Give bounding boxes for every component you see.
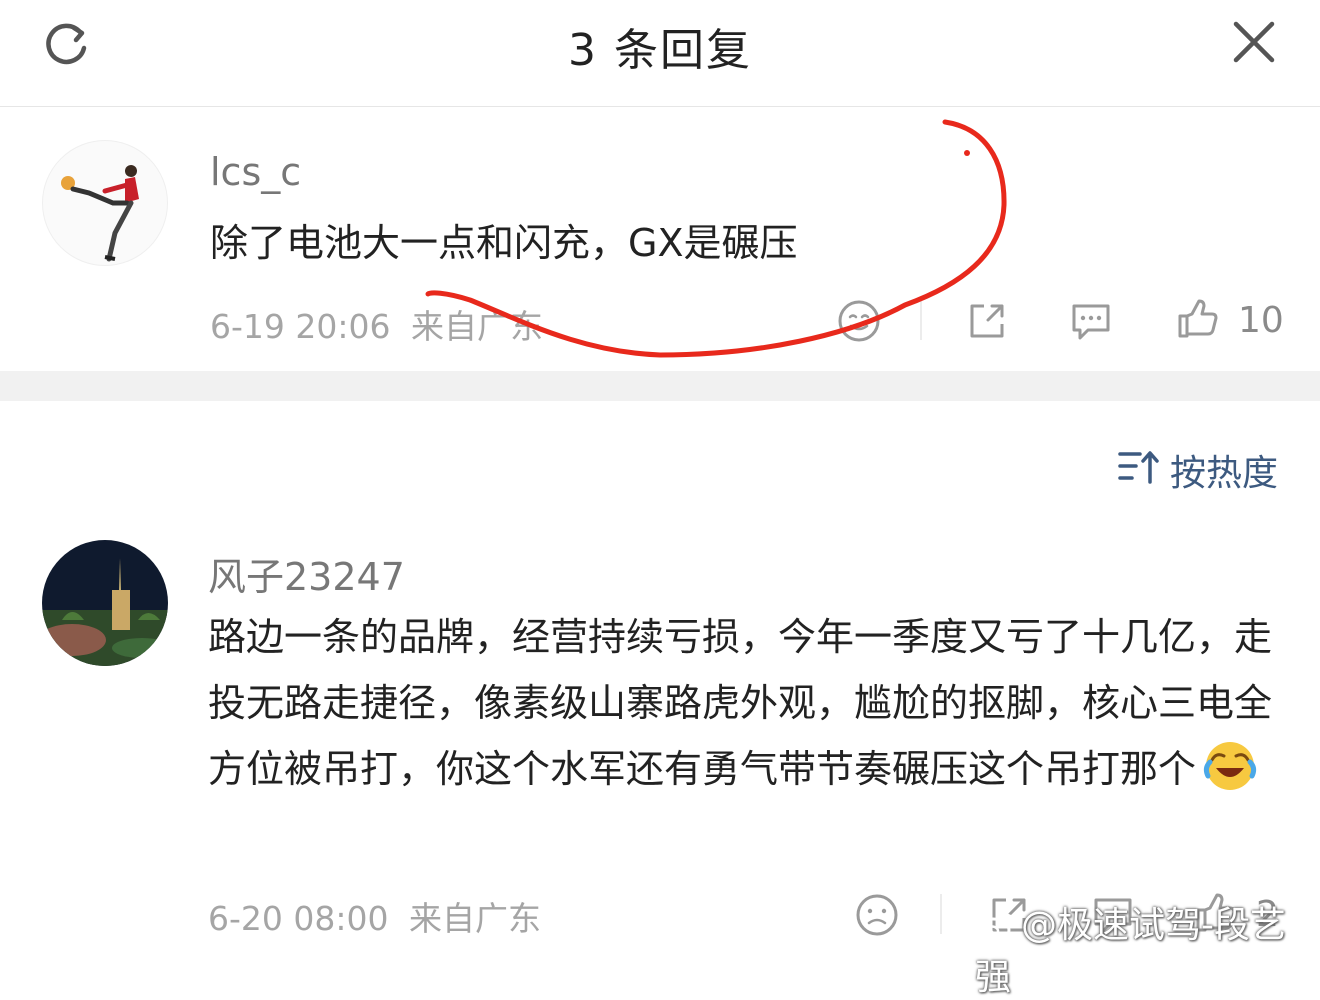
emoji-react-icon[interactable] [836,298,882,344]
section-separator [0,371,1320,401]
divider [940,894,942,934]
reply-text: 路边一条的品牌，经营持续亏损，今年一季度又亏了十几亿，走投无路走捷径，像素级山寨… [208,615,1273,791]
comment-meta: 6-19 20:06 来自广东 [210,300,543,348]
avatar[interactable] [42,540,168,666]
comment-location: 来自广东 [411,307,543,346]
sort-icon[interactable] [1118,448,1160,486]
comment-icon[interactable] [1068,298,1114,344]
header-bar: 3 条回复 [0,0,1320,107]
weibo-logo-icon [975,913,1015,943]
reply-timestamp: 6-20 08:00 [208,899,389,938]
reply-username[interactable]: 风子23247 [208,546,405,601]
avatar-image [42,540,168,666]
reply-content: 路边一条的品牌，经营持续亏损，今年一季度又亏了十几亿，走投无路走捷径，像素级山寨… [208,604,1283,802]
avatar[interactable] [42,140,168,266]
comment-username[interactable]: lcs_c [210,150,301,194]
watermark-text: @极速试驾-段艺强 [975,905,1286,998]
avatar-image [61,165,139,262]
comment-timestamp: 6-19 20:06 [210,307,391,346]
reply-meta: 6-20 08:00 来自广东 [208,892,541,940]
reply-location: 来自广东 [409,899,541,938]
like-count: 10 [1238,300,1284,341]
like-icon[interactable] [1174,296,1220,342]
watermark: @极速试驾-段艺强 [975,896,1320,1000]
divider [920,300,922,340]
share-icon[interactable] [964,298,1010,344]
comment-content: 除了电池大一点和闪充，GX是碾压 [210,221,798,265]
sort-button[interactable]: 按热度 [1170,444,1278,496]
page-title: 3 条回复 [568,25,752,76]
close-icon[interactable] [1230,18,1278,66]
laughing-crying-emoji-icon [1203,742,1257,790]
emoji-react-icon[interactable] [854,892,900,938]
